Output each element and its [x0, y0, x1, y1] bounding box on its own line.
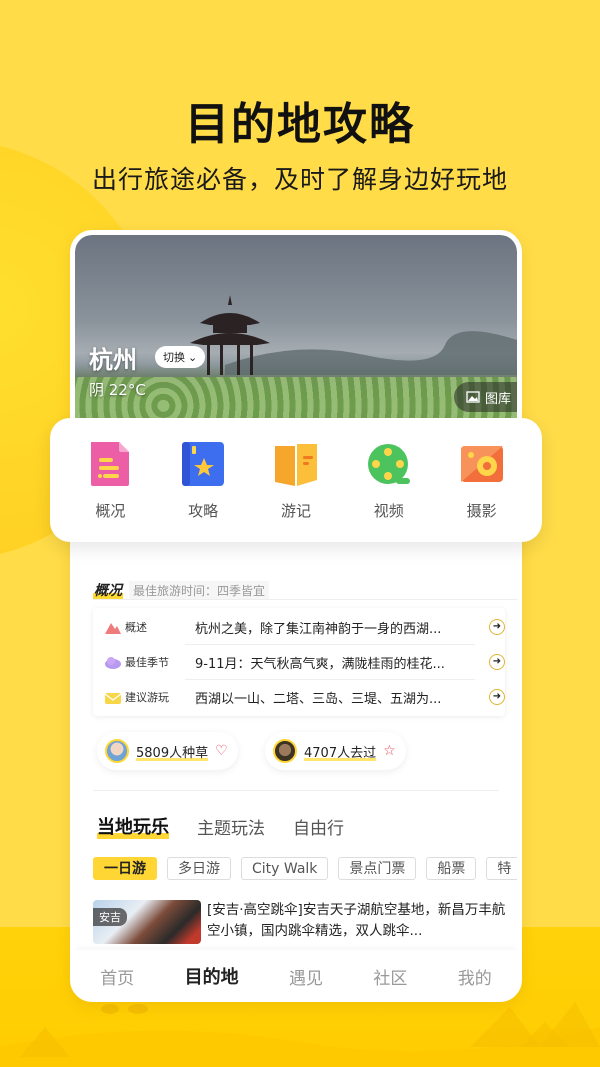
product-title: [安吉·高空跳伞]安吉天子湖航空基地，新昌万丰航空小镇，国内跳伞精选，双人跳伞.…	[207, 902, 506, 939]
category-photography[interactable]: 摄影	[442, 440, 522, 521]
pagoda-image	[190, 295, 270, 375]
switch-city-button[interactable]: 切换 ⌄	[155, 346, 206, 368]
divider	[93, 599, 517, 600]
open-book-icon	[274, 443, 317, 486]
arrow-right-icon[interactable]: ➜	[489, 654, 505, 670]
category-label: 攻略	[188, 501, 219, 520]
overview-row[interactable]: 概述 杭州之美，除了集江南神韵于一身的西湖... ➜	[93, 610, 505, 644]
promo-subline: 出行旅途必备，及时了解身边好玩地	[91, 165, 508, 194]
arrow-right-icon[interactable]: ➜	[489, 689, 505, 705]
category-guide[interactable]: 攻略	[163, 440, 243, 521]
star-icon[interactable]: ☆	[383, 743, 396, 759]
camera-icon	[460, 445, 503, 482]
overview-row[interactable]: 最佳季节 9-11月：天气秋高气爽，满陇桂雨的桂花... ➜	[93, 645, 505, 679]
mountain-silhouette	[225, 331, 517, 375]
avatar	[105, 739, 129, 763]
chip-multi-day[interactable]: 多日游	[167, 857, 231, 880]
category-video[interactable]: 视频	[349, 440, 429, 521]
overview-logo: 概况	[93, 580, 123, 600]
cloud-icon	[105, 657, 121, 669]
nav-destination[interactable]: 目的地	[185, 963, 239, 989]
category-label: 视频	[373, 501, 404, 520]
weather-info: 阴 22°C	[89, 381, 146, 399]
tab-local-fun[interactable]: 当地玩乐	[97, 813, 169, 839]
gallery-button[interactable]: 图库	[453, 382, 517, 412]
category-label: 摄影	[466, 501, 497, 520]
video-reel-icon	[367, 443, 410, 484]
stat-text: 5809人种草	[136, 741, 209, 761]
nav-meet[interactable]: 遇见	[289, 964, 323, 989]
tab-theme-play[interactable]: 主题玩法	[197, 814, 265, 839]
gallery-label: 图库	[484, 391, 511, 407]
nav-home[interactable]: 首页	[100, 964, 134, 989]
row-label: 概述	[125, 621, 147, 634]
avatar	[273, 739, 297, 763]
stat-text: 4707人去过	[304, 741, 377, 761]
chip-boat[interactable]: 船票	[426, 857, 477, 880]
row-text: 9-11月：天气秋高气爽，满陇桂雨的桂花...	[195, 656, 445, 672]
nav-community[interactable]: 社区	[373, 964, 407, 989]
overview-header: 概况 最佳旅游时间：四季皆宜	[93, 580, 270, 600]
filter-chips: 一日游 多日游 City Walk 景点门票 船票 特	[93, 857, 517, 880]
want-to-go-stat[interactable]: 5809人种草 ♡	[97, 732, 238, 770]
switch-label: 切换	[163, 351, 185, 364]
chip-tickets[interactable]: 景点门票	[338, 857, 417, 880]
arrow-right-icon[interactable]: ➜	[489, 619, 505, 635]
chip-more[interactable]: 特	[486, 857, 517, 880]
best-travel-time: 最佳旅游时间：四季皆宜	[129, 580, 270, 600]
guidebook-star-icon	[182, 441, 225, 486]
envelope-icon	[105, 693, 121, 704]
city-hero-banner[interactable]: 杭州 切换 ⌄ 阴 22°C 图库	[75, 235, 517, 425]
city-name: 杭州	[89, 346, 137, 374]
document-icon	[91, 441, 130, 486]
image-icon	[466, 391, 480, 403]
row-label: 最佳季节	[125, 656, 169, 669]
phone-screen: 杭州 切换 ⌄ 阴 22°C 图库 概况 最佳旅游时间：四季皆宜 概述 杭州之美…	[70, 230, 522, 1002]
product-image: 安吉	[93, 900, 201, 944]
promo-headline: 目的地攻略	[185, 99, 415, 150]
row-text: 杭州之美，除了集江南神韵于一身的西湖...	[195, 621, 442, 637]
category-label: 游记	[280, 501, 311, 520]
chevron-down-icon: ⌄	[188, 350, 198, 364]
category-travelogue[interactable]: 游记	[256, 440, 336, 521]
product-card[interactable]: 安吉 [安吉·高空跳伞]安吉天子湖航空基地，新昌万丰航空小镇，国内跳伞精选，双人…	[93, 900, 513, 944]
divider	[93, 790, 499, 791]
category-label: 概况	[95, 501, 126, 520]
heart-icon[interactable]: ♡	[215, 743, 228, 759]
category-overview[interactable]: 概况	[70, 440, 150, 521]
mountain-icon	[105, 623, 121, 634]
overview-list: 概述 杭州之美，除了集江南神韵于一身的西湖... ➜ 最佳季节 9-11月：天气…	[93, 608, 505, 716]
row-text: 西湖以一山、二塔、三岛、三堤、五湖为...	[195, 691, 442, 707]
overview-row[interactable]: 建议游玩 西湖以一山、二塔、三岛、三堤、五湖为... ➜	[93, 680, 505, 714]
bottom-nav: 首页 目的地 遇见 社区 我的	[75, 950, 517, 997]
play-tabs: 当地玩乐 主题玩法 自由行	[97, 813, 344, 839]
nav-mine[interactable]: 我的	[458, 964, 492, 989]
visited-stat[interactable]: 4707人去过 ☆	[265, 732, 406, 770]
category-card: 概况 攻略 游记 视频 摄影	[50, 418, 542, 542]
row-label: 建议游玩	[125, 691, 169, 704]
location-tag: 安吉	[93, 908, 127, 926]
chip-city-walk[interactable]: City Walk	[241, 857, 329, 880]
chip-one-day[interactable]: 一日游	[93, 857, 157, 880]
tab-free-travel[interactable]: 自由行	[293, 814, 344, 839]
